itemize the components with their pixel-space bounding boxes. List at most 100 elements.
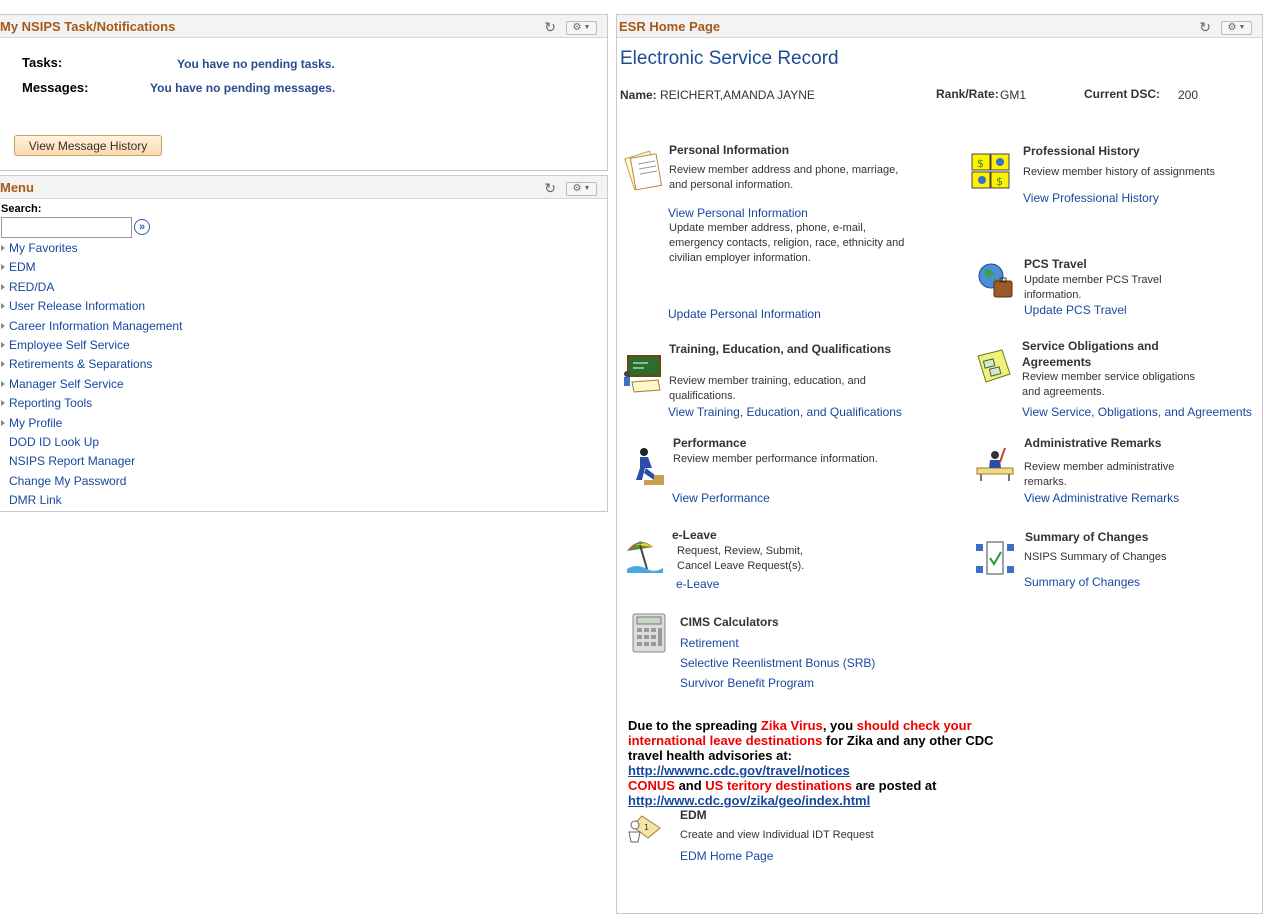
update-pcs-travel-link[interactable]: Update PCS Travel [1024, 303, 1127, 317]
view-message-history-button[interactable]: View Message History [14, 135, 162, 156]
expand-arrow-icon[interactable] [1, 361, 5, 368]
expand-arrow-icon[interactable] [1, 342, 5, 348]
menu-item[interactable]: Employee Self Service [1, 338, 130, 352]
dsc-value: 200 [1178, 88, 1199, 102]
gear-icon[interactable]: ⚙ ▼ [566, 181, 597, 196]
e-leave-title: e-Leave [672, 528, 717, 542]
notice-text-1: Due to the spreading [628, 718, 761, 733]
svg-text:1: 1 [644, 823, 649, 832]
administrative-remarks-desc: Review member administrative remarks. [1024, 461, 1175, 488]
menu-item[interactable]: EDM [1, 260, 36, 274]
edm-home-page-link[interactable]: EDM Home Page [680, 849, 773, 863]
expand-arrow-icon[interactable] [1, 419, 5, 426]
service-obligations-icon [977, 349, 1011, 383]
calculator-icon [632, 613, 666, 653]
notice-text-2: , you [822, 718, 857, 733]
view-performance-link[interactable]: View Performance [672, 491, 770, 505]
esr-heading: Electronic Service Record [620, 48, 839, 69]
menu-item[interactable]: User Release Information [1, 299, 145, 313]
personal-info-icon [624, 150, 663, 191]
search-label: Search: [1, 203, 42, 215]
expand-arrow-icon[interactable] [1, 380, 5, 387]
menu-item[interactable]: Retirements & Separations [1, 357, 152, 371]
tasks-label: Tasks: [22, 55, 63, 70]
training-desc: Review member training, education, and q… [669, 375, 866, 402]
expand-arrow-icon[interactable] [1, 400, 5, 407]
menu-item[interactable]: Change My Password [9, 474, 126, 488]
messages-label: Messages: [22, 80, 89, 95]
menu-pagelet-title: Menu [0, 180, 34, 195]
menu-item-label[interactable]: NSIPS Report Manager [9, 454, 135, 468]
esr-pagelet-header: ESR Home Page ↻ ⚙ ▼ [617, 15, 1262, 38]
menu-item-label[interactable]: Change My Password [9, 474, 126, 488]
professional-history-icon: $$ [971, 153, 1010, 189]
srb-link[interactable]: Selective Reenlistment Bonus (SRB) [680, 656, 875, 670]
menu-item[interactable]: My Profile [1, 416, 62, 430]
menu-item-label[interactable]: User Release Information [9, 299, 145, 313]
view-training-link[interactable]: View Training, Education, and Qualificat… [668, 405, 902, 419]
cdc-zika-geo-link[interactable]: http://www.cdc.gov/zika/geo/index.html [628, 793, 870, 808]
notice-conus: CONUS [628, 778, 675, 793]
menu-item[interactable]: Reporting Tools [1, 396, 92, 410]
e-leave-link[interactable]: e-Leave [676, 577, 719, 591]
search-go-icon[interactable]: » [134, 219, 150, 235]
tasks-value: You have no pending tasks. [177, 57, 335, 71]
menu-item-label[interactable]: Manager Self Service [9, 377, 124, 391]
menu-item[interactable]: DOD ID Look Up [9, 435, 99, 449]
notice-text-4: and [674, 778, 706, 793]
service-obligations-desc: Review member service obligations and ag… [1022, 371, 1196, 398]
view-service-obligations-link[interactable]: View Service, Obligations, and Agreement… [1022, 405, 1252, 419]
edm-desc: Create and view Individual IDT Request [680, 829, 874, 841]
refresh-icon[interactable]: ↻ [1199, 19, 1211, 36]
menu-item[interactable]: Manager Self Service [1, 377, 124, 391]
menu-item[interactable]: My Favorites [1, 241, 78, 255]
name-value: REICHERT,AMANDA JAYNE [660, 88, 815, 102]
refresh-icon[interactable]: ↻ [544, 19, 556, 36]
personal-info-title: Personal Information [669, 143, 790, 157]
menu-item-label[interactable]: DMR Link [9, 493, 62, 507]
svg-text:$: $ [977, 157, 984, 170]
menu-search-input[interactable] [1, 217, 132, 238]
menu-item[interactable]: NSIPS Report Manager [9, 454, 135, 468]
update-personal-info-link[interactable]: Update Personal Information [668, 307, 821, 321]
messages-value: You have no pending messages. [150, 81, 336, 95]
expand-arrow-icon[interactable] [1, 245, 5, 251]
menu-item-label[interactable]: EDM [9, 260, 36, 274]
summary-of-changes-desc: NSIPS Summary of Changes [1024, 551, 1167, 563]
view-administrative-remarks-link[interactable]: View Administrative Remarks [1024, 491, 1179, 505]
menu-item[interactable]: RED/DA [1, 280, 54, 294]
gear-icon[interactable]: ⚙ ▼ [566, 20, 597, 35]
update-personal-info-desc: Update member address, phone, e-mail, em… [669, 222, 905, 264]
expand-arrow-icon[interactable] [1, 322, 5, 329]
menu-item[interactable]: DMR Link [9, 493, 62, 507]
gear-icon[interactable]: ⚙ ▼ [1221, 20, 1252, 35]
view-professional-history-link[interactable]: View Professional History [1023, 191, 1159, 205]
administrative-remarks-title: Administrative Remarks [1024, 436, 1162, 450]
menu-item-label[interactable]: Reporting Tools [9, 396, 92, 410]
menu-item-label[interactable]: RED/DA [9, 280, 54, 294]
zika-notice: Due to the spreading Zika Virus, you sho… [628, 718, 1018, 808]
menu-item-label[interactable]: My Profile [9, 416, 62, 430]
survivor-benefit-link[interactable]: Survivor Benefit Program [680, 676, 814, 690]
personal-info-desc: Review member address and phone, marriag… [669, 164, 899, 191]
retirement-link[interactable]: Retirement [680, 636, 739, 650]
menu-item-label[interactable]: My Favorites [9, 241, 78, 255]
summary-of-changes-link[interactable]: Summary of Changes [1024, 575, 1140, 589]
cdc-travel-notices-link[interactable]: http://wwwnc.cdc.gov/travel/notices [628, 763, 850, 778]
expand-arrow-icon[interactable] [1, 283, 5, 290]
menu-item[interactable]: Career Information Management [1, 319, 182, 333]
menu-item-label[interactable]: Employee Self Service [9, 338, 130, 352]
menu-item-label[interactable]: Career Information Management [9, 319, 182, 333]
expand-arrow-icon[interactable] [1, 303, 5, 310]
professional-history-title: Professional History [1023, 144, 1140, 158]
menu-item-label[interactable]: DOD ID Look Up [9, 435, 99, 449]
menu-item-label[interactable]: Retirements & Separations [9, 357, 152, 371]
tasks-pagelet-header: My NSIPS Task/Notifications ↻ ⚙ ▼ [0, 15, 607, 38]
refresh-icon[interactable]: ↻ [544, 180, 556, 197]
tasks-pagelet: My NSIPS Task/Notifications ↻ ⚙ ▼ Tasks: … [0, 14, 608, 171]
summary-of-changes-title: Summary of Changes [1025, 530, 1149, 544]
training-icon [624, 355, 661, 393]
view-personal-info-link[interactable]: View Personal Information [668, 206, 808, 220]
tasks-pagelet-title: My NSIPS Task/Notifications [0, 19, 176, 34]
expand-arrow-icon[interactable] [1, 264, 5, 271]
